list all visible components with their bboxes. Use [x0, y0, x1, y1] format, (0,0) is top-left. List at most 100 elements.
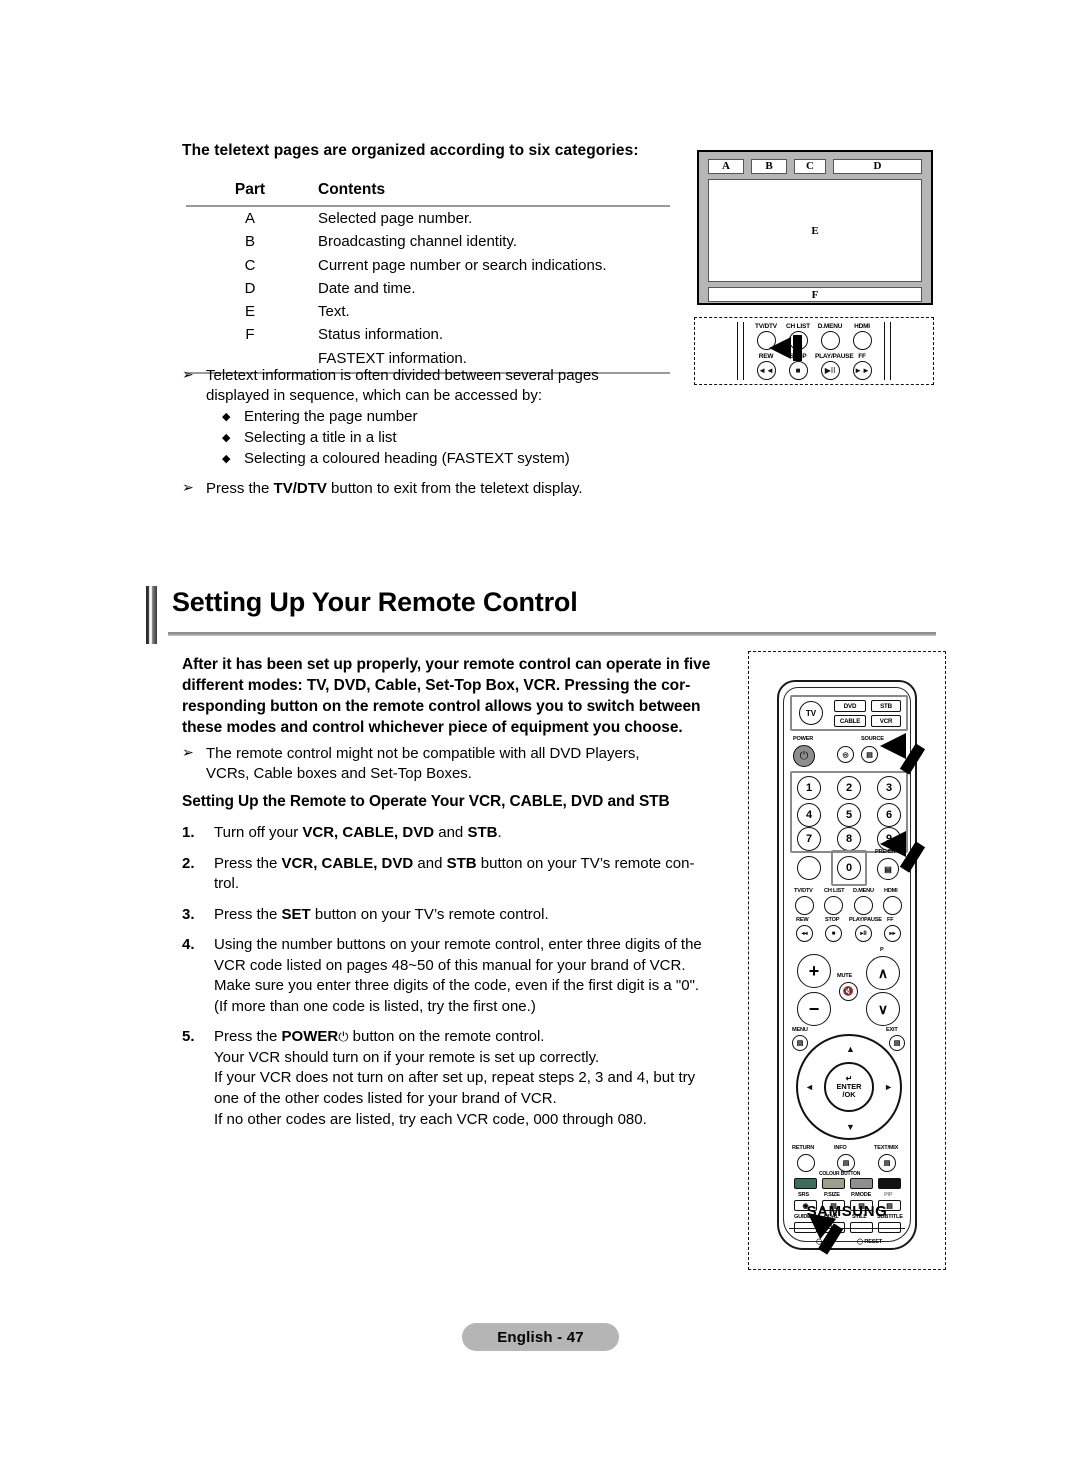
heading-rule	[168, 632, 936, 636]
return-label: RETURN	[792, 1145, 815, 1151]
number-button-7[interactable]: 7	[797, 827, 821, 851]
column-header-part: Part	[186, 176, 314, 207]
play-pause-button[interactable]: ▸II	[855, 925, 872, 942]
rewind-button[interactable]: ◂◂	[796, 925, 813, 942]
number-button-1[interactable]: 1	[797, 776, 821, 800]
step-number: 2.	[182, 854, 195, 872]
volume-down-button[interactable]: −	[797, 992, 831, 1026]
step-line: If no other codes are listed, try each V…	[214, 1110, 647, 1128]
nav-down-icon[interactable]: ▼	[846, 1122, 855, 1132]
guide-button-top[interactable]: ◎	[837, 746, 854, 763]
teletext-region-b: B	[751, 159, 787, 174]
nav-left-icon[interactable]: ◄	[805, 1082, 814, 1092]
info-button[interactable]: ▤	[837, 1154, 855, 1172]
nav-up-icon[interactable]: ▲	[846, 1044, 855, 1054]
cell-part: B	[244, 233, 255, 251]
diamond-bullet-icon: ◆	[222, 451, 231, 465]
pip-label: PIP	[884, 1192, 893, 1198]
nav-right-icon[interactable]: ►	[884, 1082, 893, 1092]
step-text: Press the VCR, CABLE, DVD and STB button…	[214, 854, 695, 893]
colour-button-green[interactable]	[822, 1178, 845, 1189]
arrow-bullet-icon: ➢	[182, 480, 194, 496]
step-line: Make sure you enter three digits of the …	[214, 977, 700, 995]
remote-detail-callout: TV/DTV CH LIST D.MENU HDMI REW ◄◄ ■ PLAY…	[694, 317, 934, 385]
callout-button-dmenu[interactable]: D.MENU	[815, 323, 845, 351]
table-row: D Date and time.	[186, 277, 670, 300]
tvdtv-button[interactable]	[795, 896, 814, 915]
step-line: (If more than one code is listed, try th…	[214, 997, 536, 1015]
table-header-row: Part Contents	[186, 176, 670, 207]
text-mix-button[interactable]: ▤	[878, 1154, 896, 1172]
mode-button-cable[interactable]: CABLE	[834, 715, 866, 727]
number-button-2[interactable]: 2	[837, 776, 861, 800]
tvdtv-label: TV/DTV	[794, 888, 813, 894]
bullet-text-post: button to exit from the teletext display…	[326, 480, 583, 497]
channel-up-button[interactable]: ∧	[866, 956, 900, 990]
play-pause-icon: ▶II	[820, 361, 840, 381]
return-button[interactable]	[797, 1154, 815, 1172]
blank-button[interactable]	[797, 856, 821, 880]
channel-down-button[interactable]: ∨	[866, 992, 900, 1026]
cell-part: F	[245, 326, 255, 344]
number-button-6[interactable]: 6	[877, 803, 901, 827]
cell-part: E	[244, 303, 255, 321]
callout-label: CH LIST	[786, 323, 810, 330]
enter-ok-button[interactable]: ↵ ENTER /OK	[824, 1062, 874, 1112]
number-button-8[interactable]: 8	[837, 827, 861, 851]
teletext-intro-text: The teletext pages are organized accordi…	[182, 142, 639, 159]
mode-button-tv[interactable]: TV	[799, 701, 823, 725]
number-button-3[interactable]: 3	[877, 776, 901, 800]
intro-line-2: different modes: TV, DVD, Cable, Set-Top…	[182, 677, 691, 695]
sub-bullet-text: Selecting a coloured heading (FASTEXT sy…	[244, 449, 570, 467]
bullet-text: Press the TV/DTV button to exit from the…	[206, 479, 682, 499]
chlist-button[interactable]	[824, 896, 843, 915]
navigation-dpad[interactable]: ▲ ▼ ◄ ► ↵ ENTER /OK	[796, 1034, 902, 1140]
source-button[interactable]: ▤	[861, 746, 878, 763]
srs-label: SRS	[798, 1192, 809, 1198]
mode-button-vcr[interactable]: VCR	[871, 715, 901, 727]
chlist-label: CH LIST	[824, 888, 845, 894]
pointer-arrow-mid-icon	[880, 831, 906, 857]
table-row: B Broadcasting channel identity.	[186, 230, 670, 253]
callout-button-playpause[interactable]: PLAY/PAUSE ▶II	[815, 353, 854, 381]
step-number: 5.	[182, 1028, 195, 1046]
colour-button-red[interactable]	[794, 1178, 817, 1189]
volume-up-button[interactable]: +	[797, 954, 831, 988]
arrow-bullet-icon: ➢	[182, 745, 194, 761]
step-text: Turn off your VCR, CABLE, DVD and STB.	[214, 824, 502, 841]
stop-button[interactable]: ■	[825, 925, 842, 942]
step-text: Press the SET button on your TV’s remote…	[214, 905, 549, 923]
cell-part: C	[244, 256, 256, 274]
reset-label: ◯ RESET	[857, 1239, 883, 1245]
step-line: Using the number buttons on your remote …	[214, 936, 702, 954]
mute-button[interactable]: 🔇	[839, 982, 858, 1001]
setup-steps-list: 1. Turn off your VCR, CABLE, DVD and STB…	[182, 823, 744, 1140]
colour-button-blue[interactable]	[878, 1178, 901, 1189]
teletext-top-row: A B C D	[708, 159, 922, 174]
intro-line-1: After it has been set up properly, your …	[182, 656, 711, 673]
dmenu-button[interactable]	[854, 896, 873, 915]
teletext-region-c: C	[794, 159, 826, 174]
hdmi-button[interactable]	[883, 896, 902, 915]
remote-edge-right	[884, 322, 891, 380]
arrow-bullet-icon: ➢	[182, 367, 194, 383]
step-item: 5. Press the POWER⏻ button on the remote…	[182, 1027, 744, 1130]
number-button-5[interactable]: 5	[837, 803, 861, 827]
fast-forward-button[interactable]: ▸▸	[884, 925, 901, 942]
sub-bullet-item: ◆ Selecting a coloured heading (FASTEXT …	[222, 449, 682, 470]
colour-button-yellow[interactable]	[850, 1178, 873, 1189]
prech-button[interactable]: ▤	[877, 858, 899, 880]
cell-contents: Status information.	[318, 326, 444, 344]
intro-line-4: these modes and control whichever piece …	[182, 719, 683, 737]
exit-button[interactable]: ▤	[889, 1035, 905, 1051]
hdmi-label: HDMI	[884, 888, 898, 894]
power-button[interactable]: ⏻	[793, 745, 815, 767]
mode-button-dvd[interactable]: DVD	[834, 700, 866, 712]
mode-button-stb[interactable]: STB	[871, 700, 901, 712]
menu-button[interactable]: ▤	[792, 1035, 808, 1051]
callout-button-hdmi[interactable]: HDMI	[847, 323, 877, 351]
number-button-4[interactable]: 4	[797, 803, 821, 827]
cell-contents: Current page number or search indication…	[318, 256, 607, 274]
number-button-0[interactable]: 0	[837, 856, 861, 880]
callout-button-ff[interactable]: FF ►►	[847, 353, 877, 381]
